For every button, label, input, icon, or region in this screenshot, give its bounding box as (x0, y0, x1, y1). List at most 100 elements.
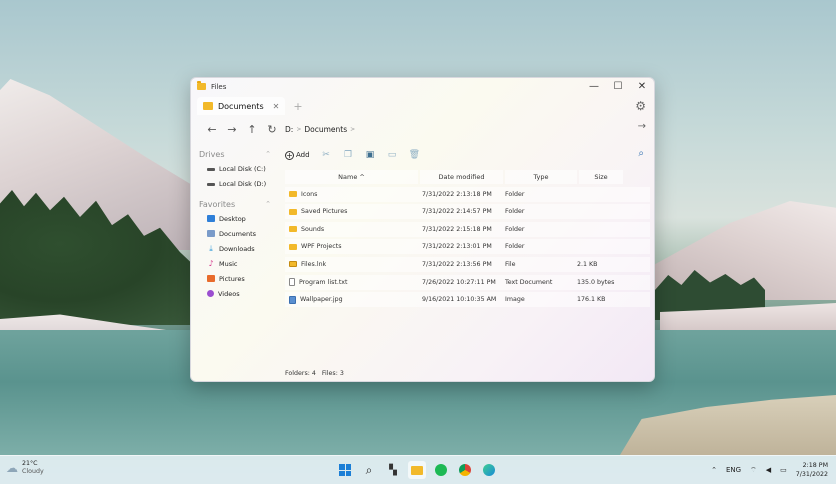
breadcrumb-separator: > (350, 125, 356, 133)
address-bar[interactable]: D: > Documents > → (285, 121, 648, 137)
folder-icon (289, 208, 297, 215)
sidebar-item-documents[interactable]: Documents (199, 226, 277, 241)
cloud-icon: ☁ (6, 461, 18, 475)
battery-icon[interactable]: ▭ (780, 466, 787, 474)
title-bar[interactable]: Files — ☐ ✕ (191, 78, 654, 95)
file-table: Name ^ Date modified Type Size Icons 7/3… (285, 170, 650, 308)
column-header-date[interactable]: Date modified (420, 170, 503, 184)
clock[interactable]: 2:18 PM 7/31/2022 (796, 461, 828, 479)
favorites-label: Favorites (199, 199, 236, 209)
chrome-icon[interactable] (456, 461, 474, 479)
task-view-icon[interactable]: ▚ (384, 461, 402, 479)
file-date: 7/31/2022 2:13:56 PM (422, 260, 492, 268)
sidebar-item-label: Desktop (219, 214, 246, 223)
chevron-up-icon[interactable]: ⌃ (711, 466, 717, 474)
file-count: Files: 3 (321, 370, 344, 377)
sidebar-item-videos[interactable]: Videos (199, 286, 277, 301)
text-file-icon (289, 278, 295, 287)
table-row[interactable]: WPF Projects 7/31/2022 2:13:01 PM Folder (285, 239, 650, 255)
weather-text: 21°C Cloudy (22, 460, 44, 476)
files-taskbar-icon[interactable] (408, 461, 426, 479)
table-row[interactable]: Wallpaper.jpg 9/16/2021 10:10:35 AM Imag… (285, 292, 650, 308)
shortcut-icon (289, 261, 297, 268)
weather-widget[interactable]: ☁ 21°C Cloudy (6, 460, 44, 476)
table-row[interactable]: Icons 7/31/2022 2:13:18 PM Folder (285, 186, 650, 202)
file-size: 2.1 KB (577, 260, 598, 268)
spotify-icon[interactable] (432, 461, 450, 479)
column-header-size[interactable]: Size (579, 170, 623, 184)
sidebar-item-label: Music (219, 259, 238, 268)
breadcrumb-root[interactable]: D: (285, 125, 293, 134)
desktop-icon (207, 215, 215, 222)
go-arrow-icon[interactable]: → (638, 121, 646, 132)
language-indicator[interactable]: ENG (726, 466, 741, 474)
sidebar-item-label: Documents (219, 229, 257, 238)
table-row[interactable]: Program list.txt 7/26/2022 10:27:11 PM T… (285, 274, 650, 290)
start-button[interactable] (336, 461, 354, 479)
delete-icon[interactable]: 🗑 (409, 150, 420, 160)
downloads-icon: ⤓ (209, 243, 213, 253)
favorites-section-header[interactable]: Favorites ⌃ (199, 197, 277, 211)
new-tab-button[interactable]: + (293, 100, 302, 113)
file-size: 176.1 KB (577, 296, 606, 304)
plus-circle-icon: + (285, 150, 294, 160)
file-name: Icons (301, 190, 318, 198)
chevron-up-icon: ⌃ (265, 200, 271, 208)
sidebar-item-label: Downloads (219, 244, 255, 253)
table-row[interactable]: Saved Pictures 7/31/2022 2:14:57 PM Fold… (285, 204, 650, 220)
navigation-buttons: ← → ↑ ↻ (199, 117, 277, 141)
cut-icon[interactable]: ✂ (321, 150, 332, 160)
file-date: 7/31/2022 2:13:18 PM (422, 190, 492, 198)
back-arrow-icon[interactable]: ← (207, 123, 217, 136)
refresh-icon[interactable]: ↻ (267, 123, 277, 136)
drives-section-header[interactable]: Drives ⌃ (199, 147, 277, 161)
tab-documents[interactable]: Documents ✕ (197, 97, 286, 115)
table-row[interactable]: Files.lnk 7/31/2022 2:13:56 PM File 2.1 … (285, 256, 650, 272)
sidebar-item-local-disk-d[interactable]: Local Disk (D:) (199, 176, 277, 191)
documents-icon (207, 230, 215, 237)
folder-icon (203, 102, 213, 110)
file-type: Folder (505, 243, 525, 251)
rename-icon[interactable]: ▭ (387, 150, 398, 160)
table-row[interactable]: Sounds 7/31/2022 2:15:18 PM Folder (285, 221, 650, 237)
file-name-cell: Program list.txt (285, 278, 418, 287)
sidebar-item-local-disk-c[interactable]: Local Disk (C:) (199, 161, 277, 176)
tab-label: Documents (218, 101, 264, 111)
file-type: Folder (505, 190, 525, 198)
add-button[interactable]: + Add (285, 150, 310, 160)
sidebar-item-music[interactable]: ♪ Music (199, 256, 277, 271)
close-button[interactable]: ✕ (630, 78, 654, 95)
sidebar-item-downloads[interactable]: ⤓ Downloads (199, 241, 277, 256)
music-icon: ♪ (208, 258, 214, 268)
minimize-button[interactable]: — (582, 78, 606, 95)
file-name: Program list.txt (299, 278, 348, 286)
file-name: Saved Pictures (301, 208, 348, 216)
wifi-icon[interactable]: ⌔ (750, 466, 757, 475)
sidebar: ← → ↑ ↻ Drives ⌃ Local Disk (C:) Local D… (191, 117, 277, 381)
window-title: Files (211, 82, 227, 91)
search-icon[interactable]: ⌕ (638, 148, 644, 159)
column-header-name[interactable]: Name ^ (285, 170, 418, 184)
search-taskbar-icon[interactable]: ⌕ (360, 461, 378, 479)
settings-gear-icon[interactable]: ⚙ (635, 99, 646, 113)
paste-icon[interactable]: ▣ (365, 150, 376, 160)
files-window: Files — ☐ ✕ Documents ✕ + ⚙ ← → ↑ ↻ Driv… (190, 77, 655, 382)
file-name-cell: WPF Projects (285, 243, 418, 250)
column-header-type[interactable]: Type (505, 170, 577, 184)
maximize-button[interactable]: ☐ (606, 78, 630, 95)
sidebar-item-label: Pictures (219, 274, 245, 283)
toolbar: + Add ✂ ❐ ▣ ▭ 🗑 ⌕ (285, 147, 648, 163)
forward-arrow-icon[interactable]: → (227, 123, 237, 136)
tab-close-icon[interactable]: ✕ (273, 102, 280, 111)
sidebar-item-pictures[interactable]: Pictures (199, 271, 277, 286)
drive-icon (207, 183, 215, 186)
sidebar-item-desktop[interactable]: Desktop (199, 211, 277, 226)
edge-icon[interactable] (480, 461, 498, 479)
copy-icon[interactable]: ❐ (343, 150, 354, 160)
clock-time: 2:18 PM (802, 462, 828, 469)
breadcrumb-documents[interactable]: Documents (304, 125, 347, 134)
up-arrow-icon[interactable]: ↑ (247, 123, 257, 136)
volume-icon[interactable]: ◀ (766, 466, 771, 474)
taskbar: ☁ 21°C Cloudy ⌕ ▚ ⌃ ENG ⌔ ◀ ▭ 2:18 PM 7/… (0, 455, 836, 484)
window-controls: — ☐ ✕ (582, 78, 654, 95)
